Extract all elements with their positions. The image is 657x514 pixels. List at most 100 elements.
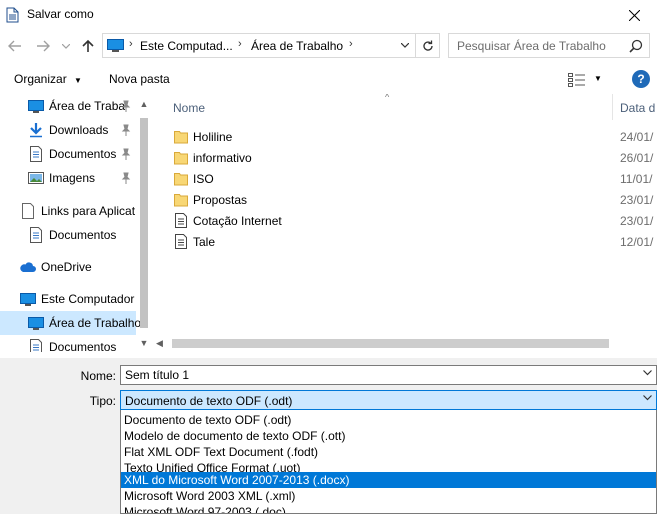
file-type-dropdown: Documento de texto ODF (.odt) Modelo de … — [120, 410, 657, 514]
file-name: ISO — [193, 172, 214, 186]
file-type-option[interactable]: Flat XML ODF Text Document (.fodt) — [121, 444, 656, 460]
pin-icon — [121, 124, 131, 136]
scrollbar-thumb[interactable] — [140, 118, 148, 328]
file-name-combobox[interactable] — [120, 365, 657, 385]
recent-locations-button[interactable] — [60, 38, 72, 54]
scroll-down-icon[interactable]: ▼ — [139, 338, 149, 348]
file-type-select[interactable]: Documento de texto ODF (.odt) — [120, 390, 657, 410]
document-icon — [30, 146, 42, 162]
column-header-label: Data d — [620, 101, 656, 115]
nav-item-label: Área de Traba — [49, 99, 126, 113]
nav-item-label: Links para Aplicat — [41, 204, 136, 218]
nav-item-this-pc[interactable]: Este Computador — [0, 287, 136, 311]
file-row[interactable]: Tale 12/01/ — [168, 231, 657, 252]
file-name: Propostas — [193, 193, 248, 207]
horizontal-scrollbar[interactable]: ◀ — [152, 335, 657, 352]
folder-icon — [174, 194, 188, 207]
window-title: Salvar como — [27, 7, 94, 21]
address-dropdown-button[interactable] — [397, 34, 413, 57]
search-icon — [629, 39, 643, 53]
scroll-left-icon[interactable]: ◀ — [156, 338, 163, 349]
file-type-option[interactable]: Microsoft Word 97-2003 (.doc) — [121, 504, 656, 513]
back-arrow-icon — [8, 40, 21, 52]
file-type-option[interactable]: Microsoft Word 2003 XML (.xml) — [121, 488, 656, 504]
text-document-icon — [175, 234, 187, 249]
text-document-icon — [175, 213, 187, 228]
help-button[interactable]: ? — [632, 70, 650, 88]
pin-icon — [121, 172, 131, 184]
file-row[interactable]: Holiline 24/01/ — [168, 126, 657, 147]
cloud-icon — [20, 262, 36, 272]
search-box[interactable] — [448, 33, 650, 58]
triangle-down-icon: ▼ — [74, 76, 82, 85]
nav-item-desktop-quick[interactable]: Área de Traba — [0, 94, 136, 118]
file-row[interactable]: informativo 26/01/ — [168, 147, 657, 168]
address-bar[interactable]: › Este Computad... › Área de Trabalho › — [102, 33, 440, 58]
navigation-scrollbar[interactable]: ▲ ▼ — [136, 94, 152, 352]
file-type-option[interactable]: Modelo de documento de texto ODF (.ott) — [121, 428, 656, 444]
column-header-name[interactable]: Nome — [152, 94, 612, 120]
file-name: Tale — [193, 235, 216, 249]
up-button[interactable] — [80, 38, 96, 54]
nav-item-label: OneDrive — [41, 260, 92, 274]
command-bar: Organizar ▼ Nova pasta ▼ ? — [0, 62, 657, 96]
file-row[interactable]: ISO 11/01/ — [168, 168, 657, 189]
scrollbar-thumb[interactable] — [172, 339, 609, 348]
nav-item-documents-pc[interactable]: Documentos — [0, 335, 136, 352]
chevron-down-icon[interactable] — [643, 370, 652, 376]
document-icon — [30, 339, 42, 352]
pin-icon — [121, 100, 131, 112]
nav-item-documents[interactable]: Documentos — [0, 223, 136, 247]
file-name: Cotação Internet — [193, 214, 282, 228]
chevron-down-icon — [62, 43, 70, 49]
nav-item-label: Documentos — [49, 340, 117, 352]
nav-item-desktop[interactable]: Área de Trabalho — [0, 311, 141, 335]
navigation-pane: Área de Traba Downloads Documentos Image… — [0, 94, 152, 352]
file-row[interactable]: Propostas 23/01/ — [168, 189, 657, 210]
column-header-date[interactable]: Data d — [613, 94, 657, 120]
nav-item-downloads[interactable]: Downloads — [0, 118, 136, 142]
file-type-option-selected[interactable]: XML do Microsoft Word 2007-2013 (.docx) — [121, 472, 656, 488]
file-date: 23/01/ — [620, 193, 654, 207]
breadcrumb-item[interactable]: Área de Trabalho — [251, 39, 343, 53]
nav-item-images[interactable]: Imagens — [0, 166, 136, 190]
file-name-input[interactable] — [125, 368, 625, 382]
page-icon — [22, 203, 34, 219]
file-type-option[interactable]: Documento de texto ODF (.odt) — [121, 412, 656, 428]
back-button[interactable] — [7, 38, 23, 54]
new-folder-button[interactable]: Nova pasta — [109, 72, 170, 86]
view-options-button[interactable]: ▼ — [566, 71, 606, 89]
close-button[interactable] — [611, 0, 657, 30]
file-date: 12/01/ — [620, 235, 654, 249]
organize-label: Organizar — [14, 72, 67, 86]
scroll-up-icon[interactable]: ▲ — [139, 99, 149, 109]
file-name-label: Nome: — [80, 369, 116, 383]
search-input[interactable] — [457, 38, 627, 54]
nav-item-label: Documentos — [49, 228, 117, 242]
file-list: ^ Nome Data d Holiline 24/01/ informativ… — [152, 94, 657, 352]
computer-icon — [107, 39, 124, 52]
nav-item-documents-quick[interactable]: Documentos — [0, 142, 136, 166]
organize-button[interactable]: Organizar ▼ — [14, 72, 82, 86]
nav-item-onedrive[interactable]: OneDrive — [0, 255, 136, 279]
pin-icon — [121, 148, 131, 160]
download-icon — [30, 123, 42, 138]
breadcrumb-separator-icon: › — [129, 38, 133, 50]
title-bar: Salvar como — [0, 0, 657, 30]
breadcrumb-item[interactable]: Este Computad... — [140, 39, 233, 53]
file-row[interactable]: Cotação Internet 23/01/ — [168, 210, 657, 231]
nav-item-label: Downloads — [49, 123, 109, 137]
nav-item-app-links[interactable]: Links para Aplicat — [0, 199, 136, 223]
breadcrumb-separator-icon: › — [238, 38, 242, 50]
nav-item-label: Este Computador — [41, 292, 135, 306]
file-name: Holiline — [193, 130, 233, 144]
desktop-icon — [28, 317, 44, 330]
help-icon: ? — [637, 72, 645, 86]
refresh-icon — [422, 40, 433, 51]
file-date: 11/01/ — [620, 172, 653, 186]
forward-button[interactable] — [35, 38, 51, 54]
folder-icon — [174, 131, 188, 144]
chevron-down-icon — [401, 43, 409, 48]
chevron-down-icon[interactable] — [643, 395, 652, 401]
refresh-button[interactable] — [415, 34, 439, 57]
